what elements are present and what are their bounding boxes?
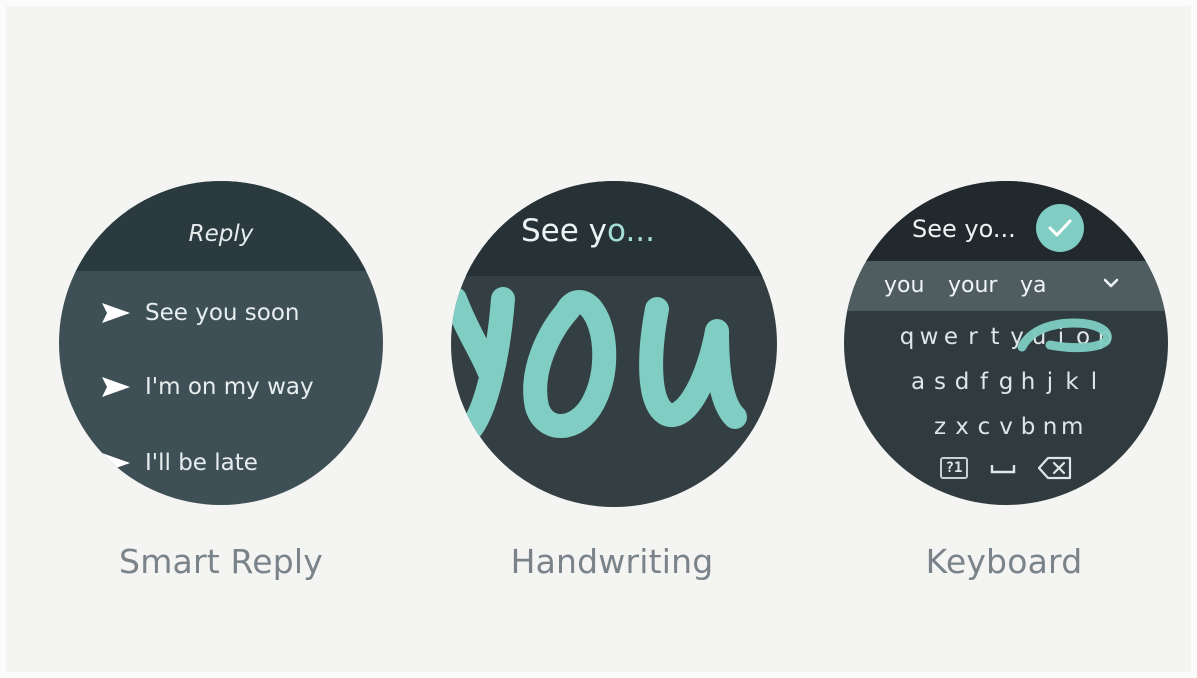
feature-comparison: Reply See you soon I'm on my way I'll be… bbox=[0, 0, 1197, 678]
reply-option-label: See you soon bbox=[145, 300, 300, 326]
handwriting-ink-canvas[interactable] bbox=[451, 181, 777, 507]
swipe-gesture-trail bbox=[1017, 318, 1112, 353]
send-icon bbox=[102, 453, 130, 473]
reply-option-2[interactable]: I'm on my way bbox=[101, 367, 314, 407]
keyboard-caption: Keyboard bbox=[925, 542, 1083, 581]
keyboard-watch: See yo... you your ya q w e r t y u i o bbox=[844, 181, 1168, 505]
smart-reply-caption: Smart Reply bbox=[119, 542, 323, 581]
send-icon bbox=[102, 377, 130, 397]
reply-header: Reply bbox=[59, 181, 383, 271]
reply-option-1[interactable]: See you soon bbox=[101, 293, 300, 333]
send-icon bbox=[102, 303, 130, 323]
smart-reply-watch: Reply See you soon I'm on my way I'll be… bbox=[59, 181, 383, 505]
handwriting-caption: Handwriting bbox=[510, 542, 714, 581]
reply-header-title: Reply bbox=[188, 221, 254, 247]
reply-option-3[interactable]: I'll be late bbox=[101, 443, 258, 483]
handwriting-watch: See yo... bbox=[451, 181, 777, 507]
reply-option-label: I'll be late bbox=[145, 450, 258, 476]
reply-option-label: I'm on my way bbox=[145, 374, 314, 400]
